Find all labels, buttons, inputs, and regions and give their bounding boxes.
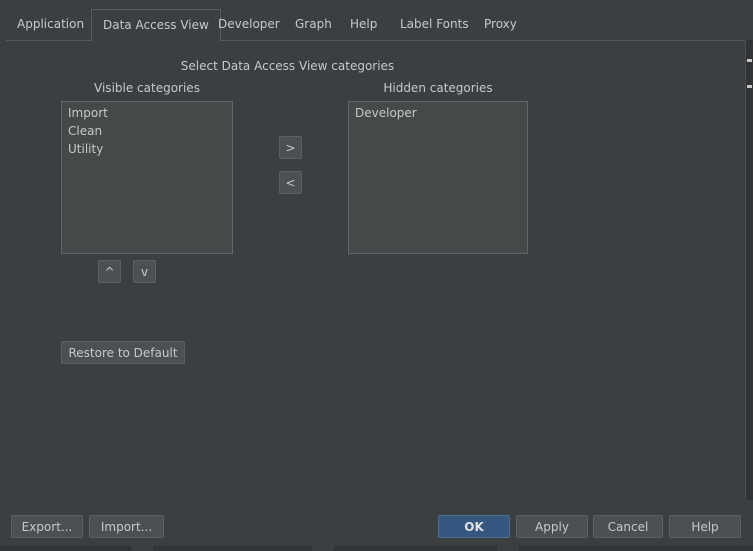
edge-segment: [312, 546, 334, 551]
edge-segment: [497, 546, 519, 551]
import-button[interactable]: Import...: [89, 515, 164, 538]
help-button[interactable]: Help: [669, 515, 741, 538]
restore-to-default-button[interactable]: Restore to Default: [61, 341, 185, 364]
hidden-categories-title: Hidden categories: [383, 81, 493, 95]
preferences-tabbar: Application Data Access View Developer G…: [6, 9, 747, 41]
list-item[interactable]: Clean: [62, 122, 232, 140]
export-button[interactable]: Export...: [11, 515, 83, 538]
ok-button[interactable]: OK: [438, 515, 510, 538]
move-up-button[interactable]: ^: [98, 260, 121, 283]
list-item[interactable]: Utility: [62, 140, 232, 158]
window-bottom-edge: [0, 546, 753, 551]
tab-application[interactable]: Application: [6, 9, 95, 39]
visible-categories-title: Visible categories: [94, 81, 200, 95]
section-title: Select Data Access View categories: [180, 59, 395, 73]
move-to-hidden-button[interactable]: >: [279, 136, 302, 159]
move-to-visible-button[interactable]: <: [279, 171, 302, 194]
hidden-categories-list[interactable]: Developer: [348, 101, 528, 254]
tab-help[interactable]: Help: [339, 9, 388, 39]
tab-proxy[interactable]: Proxy: [473, 9, 528, 39]
cancel-button[interactable]: Cancel: [593, 515, 663, 538]
edge-segment: [131, 546, 153, 551]
visible-categories-list[interactable]: Import Clean Utility: [61, 101, 233, 254]
tab-data-access-view[interactable]: Data Access View: [91, 9, 221, 41]
apply-button[interactable]: Apply: [516, 515, 588, 538]
tab-developer[interactable]: Developer: [207, 9, 291, 39]
list-item[interactable]: Developer: [349, 104, 527, 122]
tab-graph[interactable]: Graph: [284, 9, 343, 39]
tab-label-fonts[interactable]: Label Fonts: [389, 9, 480, 39]
list-item[interactable]: Import: [62, 104, 232, 122]
edge-marker: [747, 59, 752, 62]
window-edge: [745, 40, 753, 500]
move-down-button[interactable]: v: [133, 260, 156, 283]
edge-marker: [747, 85, 752, 88]
